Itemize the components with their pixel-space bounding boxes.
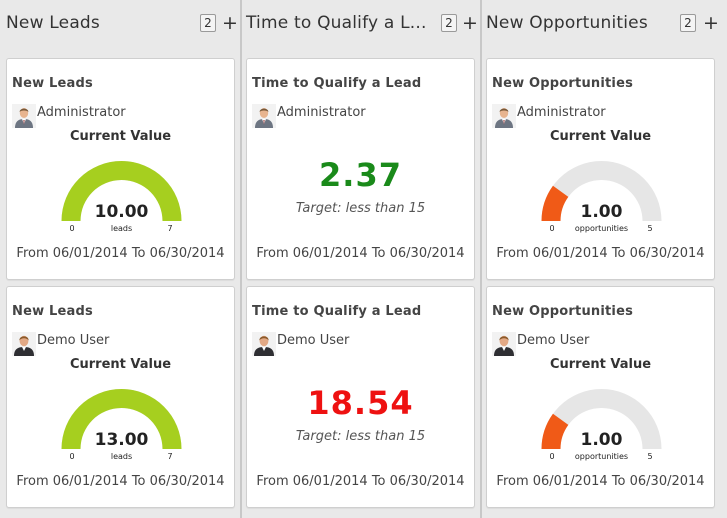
gauge-max: 7 <box>167 224 172 233</box>
column-count-badge[interactable]: 2 <box>200 14 216 32</box>
widget-card[interactable]: New Leads Administrator Current Value 10… <box>6 58 235 280</box>
gauge-unit: leads <box>111 452 132 461</box>
gauge-max: 5 <box>647 224 652 233</box>
date-range: From 06/01/2014 To 06/30/2014 <box>496 474 705 489</box>
widget-card[interactable]: New Opportunities Demo User Current Valu… <box>486 286 715 508</box>
gauge-max: 5 <box>647 452 652 461</box>
kpi-target: Target: less than 15 <box>295 429 426 444</box>
kpi-value: 18.54 <box>307 384 414 422</box>
gauge-min: 0 <box>549 224 554 233</box>
column-title: Time to Qualify a L... <box>246 13 427 33</box>
date-range: From 06/01/2014 To 06/30/2014 <box>16 246 225 261</box>
column-header: New Leads 2 + <box>0 0 240 48</box>
column-count-badge[interactable]: 2 <box>680 14 696 32</box>
add-widget-button[interactable]: + <box>462 12 478 34</box>
column-header: Time to Qualify a L... 2 + <box>242 0 480 48</box>
user-avatar-icon <box>252 332 276 356</box>
widget-title: Time to Qualify a Lead <box>252 76 422 91</box>
date-range: From 06/01/2014 To 06/30/2014 <box>256 246 465 261</box>
column-title: New Opportunities <box>486 13 648 33</box>
widget-title: Time to Qualify a Lead <box>252 304 422 319</box>
widget-card[interactable]: Time to Qualify a Lead Demo User 18.54 T… <box>246 286 475 508</box>
kpi-target: Target: less than 15 <box>295 201 426 216</box>
gauge-value: 10.00 <box>95 202 149 222</box>
gauge-value: 1.00 <box>581 430 623 450</box>
gauge-unit: leads <box>111 224 132 233</box>
dashboard-board: New Leads 2 + Time to Qualify a L... 2 +… <box>0 0 727 518</box>
column-count-badge[interactable]: 2 <box>441 14 457 32</box>
gauge-unit: opportunities <box>575 224 628 233</box>
gauge-min: 0 <box>549 452 554 461</box>
add-widget-button[interactable]: + <box>222 12 238 34</box>
column-title: New Leads <box>6 13 100 33</box>
column-header: New Opportunities 2 + <box>482 0 727 48</box>
widget-card[interactable]: New Opportunities Administrator Current … <box>486 58 715 280</box>
gauge-min: 0 <box>69 224 74 233</box>
gauge-max: 7 <box>167 452 172 461</box>
gauge-value: 13.00 <box>95 430 149 450</box>
gauge-value: 1.00 <box>581 202 623 222</box>
widget-card[interactable]: Time to Qualify a Lead Administrator 2.3… <box>246 58 475 280</box>
user-name: Demo User <box>277 333 350 348</box>
gauge-unit: opportunities <box>575 452 628 461</box>
user-name: Administrator <box>277 105 366 120</box>
kpi-value: 2.37 <box>319 156 402 194</box>
add-widget-button[interactable]: + <box>703 12 719 34</box>
user-avatar-icon <box>252 104 276 128</box>
date-range: From 06/01/2014 To 06/30/2014 <box>256 474 465 489</box>
gauge-min: 0 <box>69 452 74 461</box>
widget-card[interactable]: New Leads Demo User Current Value 13.00 … <box>6 286 235 508</box>
date-range: From 06/01/2014 To 06/30/2014 <box>16 474 225 489</box>
date-range: From 06/01/2014 To 06/30/2014 <box>496 246 705 261</box>
